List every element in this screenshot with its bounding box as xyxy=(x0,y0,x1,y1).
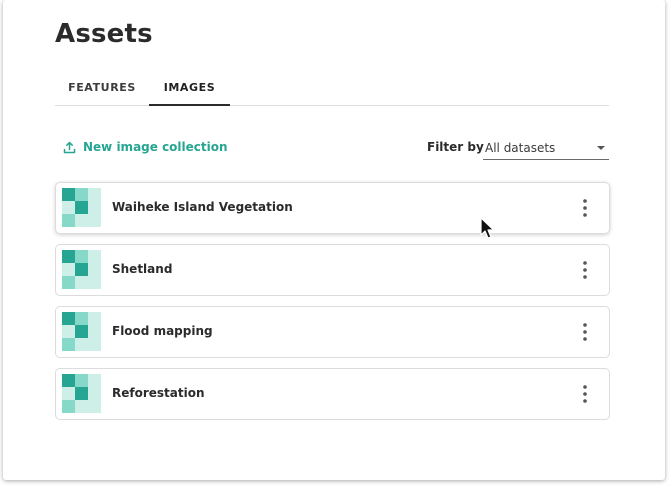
collection-list-item[interactable]: Shetland xyxy=(55,244,610,296)
tab-features[interactable]: FEATURES xyxy=(55,71,149,104)
collection-name: Shetland xyxy=(112,262,173,276)
new-image-collection-label: New image collection xyxy=(83,140,228,154)
new-image-collection-button[interactable]: New image collection xyxy=(63,140,228,154)
dataset-filter-select[interactable]: All datasets xyxy=(483,137,609,160)
collection-name: Waiheke Island Vegetation xyxy=(112,200,293,214)
collection-name: Reforestation xyxy=(112,386,205,400)
tab-bar: FEATURES IMAGES xyxy=(55,71,609,106)
collection-name: Flood mapping xyxy=(112,324,213,338)
image-collection-thumbnail-icon xyxy=(62,374,101,413)
mouse-cursor-icon xyxy=(480,217,495,239)
image-collection-thumbnail-icon xyxy=(62,312,101,351)
page-title: Assets xyxy=(55,19,153,49)
upload-icon xyxy=(63,141,76,153)
image-collection-thumbnail-icon xyxy=(62,188,101,227)
dataset-filter-value: All datasets xyxy=(485,141,556,155)
filter-label: Filter by xyxy=(427,140,484,154)
dropdown-arrow-icon xyxy=(597,146,605,150)
more-options-icon[interactable] xyxy=(578,382,592,406)
image-collection-thumbnail-icon xyxy=(62,250,101,289)
collection-list-item[interactable]: Flood mapping xyxy=(55,306,610,358)
tab-images[interactable]: IMAGES xyxy=(149,71,230,106)
collection-list-item[interactable]: Reforestation xyxy=(55,368,610,420)
more-options-icon[interactable] xyxy=(578,258,592,282)
collection-list-item[interactable]: Waiheke Island Vegetation xyxy=(55,182,610,234)
more-options-icon[interactable] xyxy=(578,320,592,344)
more-options-icon[interactable] xyxy=(578,196,592,220)
